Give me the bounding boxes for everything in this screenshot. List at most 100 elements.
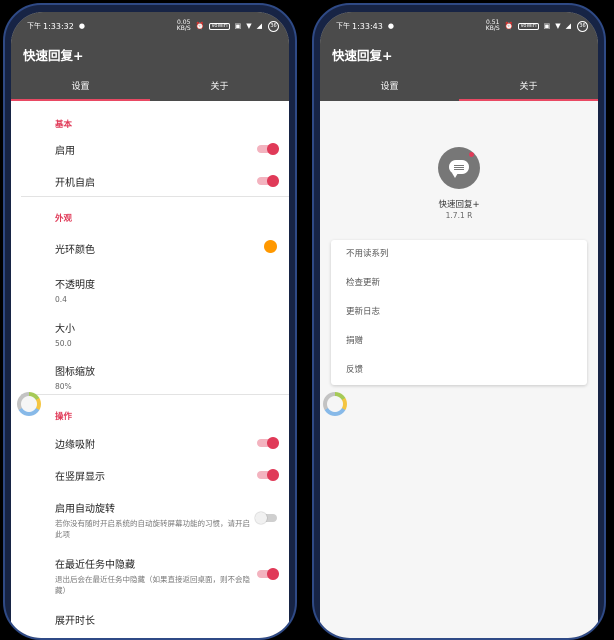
vowifi-badge: VoWiFi xyxy=(209,22,230,30)
setting-opacity[interactable]: 不透明度 0.4 xyxy=(55,276,275,304)
setting-auto-rotate-desc: 若你没有随时开启系统的自动旋转屏幕功能的习惯，请开启此项 xyxy=(55,519,250,539)
setting-icon-scale[interactable]: 图标缩放 80% xyxy=(55,363,275,391)
battery-level: 36 xyxy=(579,23,586,29)
setting-expand-duration-label: 展开时长 xyxy=(55,616,95,627)
category-operation: 操作 xyxy=(55,412,73,422)
battery-icon: 36 xyxy=(268,20,279,32)
setting-edge-snap[interactable]: 边缘吸附 xyxy=(55,436,275,451)
tab-about[interactable]: 关于 xyxy=(459,78,598,101)
battery-level: 36 xyxy=(270,23,277,29)
tab-settings[interactable]: 设置 xyxy=(11,78,150,101)
setting-auto-rotate[interactable]: 启用自动旋转 若你没有随时开启系统的自动旋转屏幕功能的习惯，请开启此项 xyxy=(55,500,255,540)
category-appearance: 外观 xyxy=(55,214,73,224)
network-speed: 0.05 KB/S xyxy=(177,20,191,32)
about-panel: 快速回复+ 1.7.1 R 不用读系列 检查更新 更新日志 捐赠 反馈 xyxy=(320,101,598,638)
network-speed-unit: KB/S xyxy=(176,25,191,32)
status-time: 1:33:43 xyxy=(352,21,383,31)
floating-ring-icon[interactable] xyxy=(17,392,41,416)
alarm-icon: ⏰ xyxy=(504,21,514,30)
about-item-series[interactable]: 不用读系列 xyxy=(331,240,587,269)
setting-size-value: 50.0 xyxy=(55,339,72,348)
wifi-icon: ▼ xyxy=(555,21,561,30)
notification-dot xyxy=(469,152,474,157)
setting-size[interactable]: 大小 50.0 xyxy=(55,320,275,348)
hide-recent-switch[interactable] xyxy=(257,568,279,580)
status-bar: 下午 1:33:32 ● 0.05 KB/S ⏰ VoWiFi ▣ ▼ ◢ 36 xyxy=(11,18,289,34)
about-item-changelog[interactable]: 更新日志 xyxy=(331,298,587,327)
auto-rotate-switch[interactable] xyxy=(255,512,277,524)
divider xyxy=(21,394,289,395)
tab-bar: 设置 关于 xyxy=(11,78,289,101)
setting-auto-rotate-label: 启用自动旋转 xyxy=(55,504,115,515)
app-bar: 下午 1:33:32 ● 0.05 KB/S ⏰ VoWiFi ▣ ▼ ◢ 36 … xyxy=(11,12,289,101)
divider xyxy=(21,196,289,197)
about-version: 1.7.1 R xyxy=(445,211,473,220)
status-bar: 下午 1:33:43 ● 0.51 KB/S ⏰ VoWiFi ▣ ▼ ◢ 36 xyxy=(320,18,598,34)
phone-about-screen: 下午 1:33:43 ● 0.51 KB/S ⏰ VoWiFi ▣ ▼ ◢ 36 … xyxy=(312,3,606,640)
portrait-switch[interactable] xyxy=(257,469,279,481)
setting-edge-snap-label: 边缘吸附 xyxy=(55,440,95,451)
app-logo-icon xyxy=(438,147,480,189)
setting-icon-scale-value: 80% xyxy=(55,382,72,391)
setting-boot[interactable]: 开机自启 xyxy=(55,174,275,189)
vowifi-badge: VoWiFi xyxy=(518,22,539,30)
about-item-check-update[interactable]: 检查更新 xyxy=(331,269,587,298)
screen: 下午 1:33:32 ● 0.05 KB/S ⏰ VoWiFi ▣ ▼ ◢ 36 … xyxy=(11,12,289,638)
switch-knob xyxy=(267,175,279,187)
setting-boot-label: 开机自启 xyxy=(55,178,95,189)
status-period: 下午 xyxy=(27,22,41,30)
tab-settings[interactable]: 设置 xyxy=(320,78,459,101)
setting-enable-label: 启用 xyxy=(55,146,75,157)
setting-ring-color-label: 光环颜色 xyxy=(55,245,95,256)
setting-expand-duration[interactable]: 展开时长 xyxy=(55,612,275,627)
status-time: 1:33:32 xyxy=(43,21,74,31)
app-title: 快速回复+ xyxy=(332,48,393,63)
switch-knob xyxy=(267,437,279,449)
status-period: 下午 xyxy=(336,22,350,30)
about-item-feedback[interactable]: 反馈 xyxy=(331,356,587,385)
tab-about[interactable]: 关于 xyxy=(150,78,289,101)
chat-bubble-icon xyxy=(449,160,469,178)
message-icon: ● xyxy=(387,21,394,30)
settings-list: 基本 启用 开机自启 外观 光环颜色 不透明度 0.4 大小 50.0 图标缩放… xyxy=(11,101,289,638)
battery-icon: 36 xyxy=(577,20,588,32)
switch-knob xyxy=(267,568,279,580)
about-menu-card: 不用读系列 检查更新 更新日志 捐赠 反馈 xyxy=(331,240,587,385)
phone-settings-screen: 下午 1:33:32 ● 0.05 KB/S ⏰ VoWiFi ▣ ▼ ◢ 36 … xyxy=(3,3,297,640)
vibrate-icon: ▣ xyxy=(543,21,551,30)
signal-icon: ◢ xyxy=(256,21,262,30)
network-speed: 0.51 KB/S xyxy=(486,20,500,32)
about-item-donate[interactable]: 捐赠 xyxy=(331,327,587,356)
switch-knob xyxy=(255,512,267,524)
boot-switch[interactable] xyxy=(257,175,279,187)
signal-icon: ◢ xyxy=(565,21,571,30)
setting-opacity-label: 不透明度 xyxy=(55,280,95,291)
app-title: 快速回复+ xyxy=(23,48,84,63)
setting-enable[interactable]: 启用 xyxy=(55,142,275,157)
network-speed-unit: KB/S xyxy=(485,25,500,32)
switch-knob xyxy=(267,469,279,481)
setting-hide-recent-desc: 退出后会在最近任务中隐藏（如果直接返回桌面，则不会隐藏） xyxy=(55,575,250,595)
floating-ring-icon[interactable] xyxy=(323,392,347,416)
switch-knob xyxy=(267,143,279,155)
setting-ring-color[interactable]: 光环颜色 xyxy=(55,241,275,256)
setting-hide-recent-label: 在最近任务中隐藏 xyxy=(55,560,135,571)
message-icon: ● xyxy=(78,21,85,30)
setting-hide-recent[interactable]: 在最近任务中隐藏 退出后会在最近任务中隐藏（如果直接返回桌面，则不会隐藏） xyxy=(55,556,255,596)
setting-icon-scale-label: 图标缩放 xyxy=(55,367,95,378)
vibrate-icon: ▣ xyxy=(234,21,242,30)
setting-portrait[interactable]: 在竖屏显示 xyxy=(55,468,275,483)
setting-opacity-value: 0.4 xyxy=(55,295,67,304)
screen: 下午 1:33:43 ● 0.51 KB/S ⏰ VoWiFi ▣ ▼ ◢ 36 … xyxy=(320,12,598,638)
setting-portrait-label: 在竖屏显示 xyxy=(55,472,105,483)
app-bar: 下午 1:33:43 ● 0.51 KB/S ⏰ VoWiFi ▣ ▼ ◢ 36 … xyxy=(320,12,598,101)
wifi-icon: ▼ xyxy=(246,21,252,30)
setting-size-label: 大小 xyxy=(55,324,75,335)
ring-color-swatch[interactable] xyxy=(264,240,277,253)
tab-bar: 设置 关于 xyxy=(320,78,598,101)
bubble-lines xyxy=(454,165,464,166)
enable-switch[interactable] xyxy=(257,143,279,155)
about-app-name: 快速回复+ xyxy=(438,200,480,210)
edge-snap-switch[interactable] xyxy=(257,437,279,449)
category-basic: 基本 xyxy=(55,120,73,130)
